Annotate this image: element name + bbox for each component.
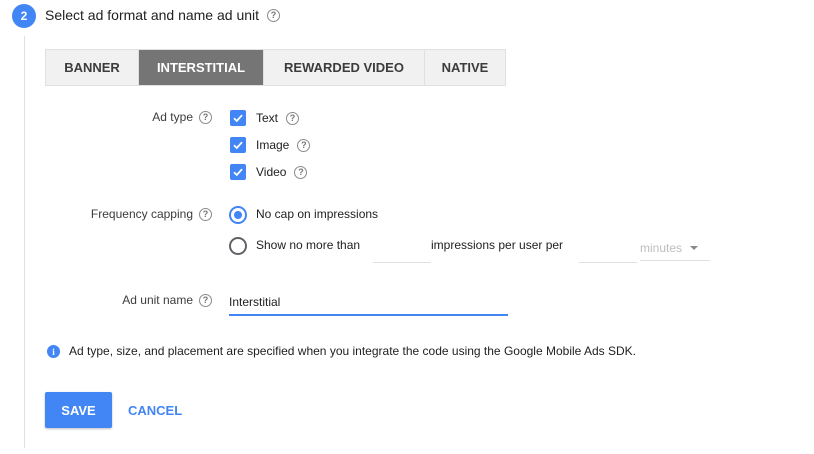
- tab-rewarded-video[interactable]: REWARDED VIDEO: [264, 50, 425, 85]
- cancel-button[interactable]: CANCEL: [122, 392, 188, 428]
- save-button[interactable]: SAVE: [45, 392, 112, 428]
- option-label: Video: [256, 165, 287, 179]
- show-no-more-than-label: Show no more than: [256, 238, 361, 252]
- help-icon[interactable]: ?: [199, 293, 212, 307]
- checkbox-video[interactable]: [230, 164, 246, 180]
- info-icon: i: [47, 345, 60, 358]
- frequency-capping-label-text: Frequency capping: [90, 207, 193, 221]
- step-title: Select ad format and name ad unit ?: [45, 7, 281, 23]
- time-unit-value: minutes: [640, 241, 683, 255]
- tab-interstitial[interactable]: INTERSTITIAL: [139, 50, 264, 85]
- step-rail: [24, 36, 25, 448]
- ad-type-option-image: Image ?: [256, 138, 311, 152]
- radio-no-cap[interactable]: [229, 206, 247, 224]
- ad-type-label-text: Ad type: [152, 110, 193, 124]
- help-icon[interactable]: ?: [199, 207, 212, 221]
- option-label: Image: [256, 138, 290, 152]
- help-icon[interactable]: ?: [267, 8, 281, 22]
- time-unit-select[interactable]: minutes: [640, 236, 710, 261]
- ad-unit-name-label-text: Ad unit name: [122, 293, 193, 307]
- impressions-count-input[interactable]: [373, 236, 431, 263]
- no-cap-label: No cap on impressions: [256, 207, 379, 221]
- checkmark-icon: [233, 114, 243, 123]
- tab-native[interactable]: NATIVE: [425, 50, 505, 85]
- radio-show-no-more-than[interactable]: [229, 237, 247, 255]
- ad-type-label: Ad type ?: [152, 110, 212, 124]
- ad-type-option-video: Video ?: [256, 165, 308, 179]
- checkbox-text[interactable]: [230, 110, 246, 126]
- tab-banner[interactable]: BANNER: [46, 50, 139, 85]
- ad-unit-name-input[interactable]: [229, 290, 508, 316]
- period-count-input[interactable]: [579, 236, 637, 263]
- step-number-badge: 2: [12, 4, 36, 28]
- info-message: Ad type, size, and placement are specifi…: [69, 344, 637, 358]
- impressions-per-user-text: impressions per user per: [431, 238, 564, 252]
- help-icon[interactable]: ?: [286, 111, 300, 125]
- checkbox-image[interactable]: [230, 137, 246, 153]
- checkmark-icon: [233, 168, 243, 177]
- help-icon[interactable]: ?: [294, 165, 308, 179]
- checkmark-icon: [233, 141, 243, 150]
- option-label: Text: [256, 111, 279, 125]
- help-icon[interactable]: ?: [199, 110, 212, 124]
- chevron-down-icon: [690, 246, 699, 250]
- step-title-text: Select ad format and name ad unit: [45, 7, 260, 23]
- help-icon[interactable]: ?: [297, 138, 311, 152]
- ad-format-tabs: BANNER INTERSTITIAL REWARDED VIDEO NATIV…: [45, 49, 506, 86]
- ad-type-option-text: Text ?: [256, 111, 300, 125]
- frequency-capping-label: Frequency capping ?: [91, 207, 212, 221]
- ad-unit-name-label: Ad unit name ?: [122, 293, 212, 307]
